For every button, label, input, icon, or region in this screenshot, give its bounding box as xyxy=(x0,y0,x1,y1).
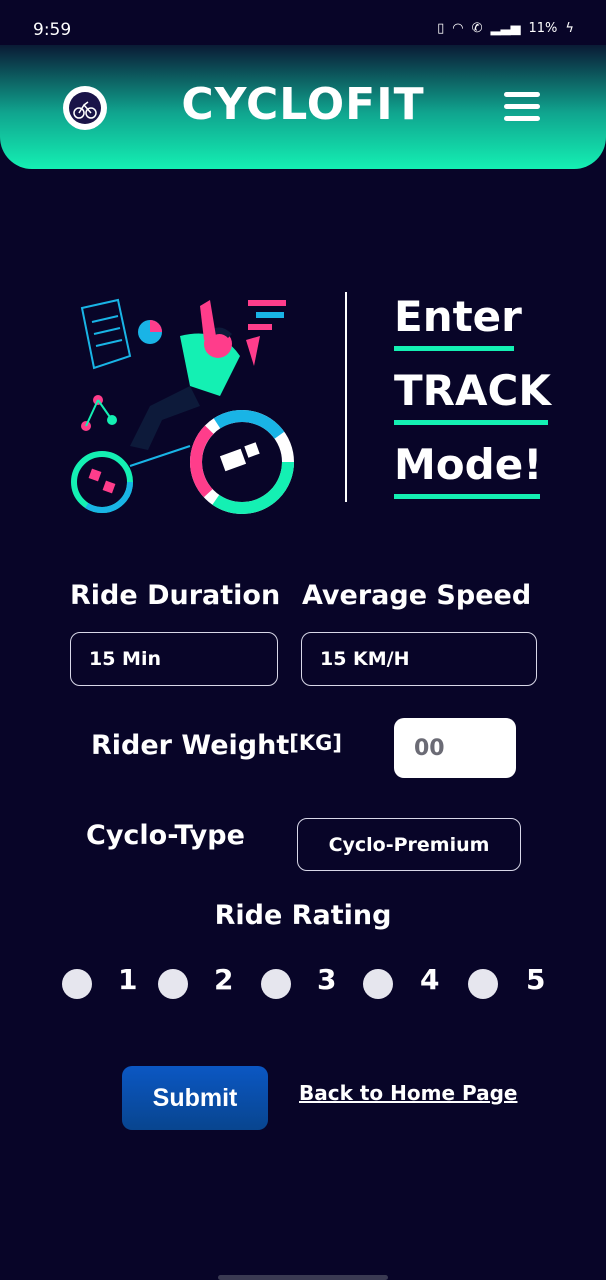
vibrate-icon: ▯ xyxy=(437,21,445,36)
status-bar: 9:59 ▯ ◠ ✆ ▂▃▅ 11% ϟ xyxy=(0,0,606,50)
rider-weight-label: Rider Weight[KG] xyxy=(91,730,342,761)
rating-radio-1[interactable] xyxy=(62,969,92,999)
rating-label-5: 5 xyxy=(526,963,546,996)
rating-label-4: 4 xyxy=(420,963,440,996)
hamburger-menu-icon[interactable] xyxy=(504,92,540,122)
home-indicator xyxy=(218,1275,388,1280)
hero-line-mode: Mode! xyxy=(394,440,542,499)
ride-duration-select[interactable]: 15 Min xyxy=(70,632,278,686)
ride-duration-label: Ride Duration xyxy=(70,580,281,611)
status-icons: ▯ ◠ ✆ ▂▃▅ 11% ϟ xyxy=(437,21,574,36)
rider-weight-input[interactable]: 00 xyxy=(394,718,516,778)
hero-line-enter: Enter xyxy=(394,292,522,351)
hero-line-track: TRACK xyxy=(394,366,551,425)
battery-text: 11% xyxy=(528,21,558,36)
ride-rating-options: 1 2 3 4 5 xyxy=(0,963,606,1007)
rider-weight-unit: [KG] xyxy=(289,731,342,755)
cyclo-type-select[interactable]: Cyclo-Premium xyxy=(297,818,521,871)
status-time: 9:59 xyxy=(33,20,72,40)
cyclo-type-label: Cyclo-Type xyxy=(86,820,245,851)
rating-label-1: 1 xyxy=(118,963,138,996)
wifi-icon: ◠ xyxy=(452,21,464,36)
rating-label-3: 3 xyxy=(317,963,337,996)
submit-button[interactable]: Submit xyxy=(122,1066,268,1130)
rating-radio-2[interactable] xyxy=(158,969,188,999)
ride-rating-label: Ride Rating xyxy=(214,900,392,931)
call-icon: ✆ xyxy=(471,21,483,36)
hero-divider xyxy=(345,292,347,502)
average-speed-select[interactable]: 15 KM/H xyxy=(301,632,537,686)
charging-icon: ϟ xyxy=(565,21,574,36)
back-to-home-link[interactable]: Back to Home Page xyxy=(299,1081,517,1105)
average-speed-label: Average Speed xyxy=(302,580,532,611)
rating-radio-3[interactable] xyxy=(261,969,291,999)
signal-icon: ▂▃▅ xyxy=(490,21,521,36)
rating-radio-4[interactable] xyxy=(363,969,393,999)
rating-radio-5[interactable] xyxy=(468,969,498,999)
cyclist-illustration xyxy=(71,298,294,514)
rating-label-2: 2 xyxy=(214,963,234,996)
